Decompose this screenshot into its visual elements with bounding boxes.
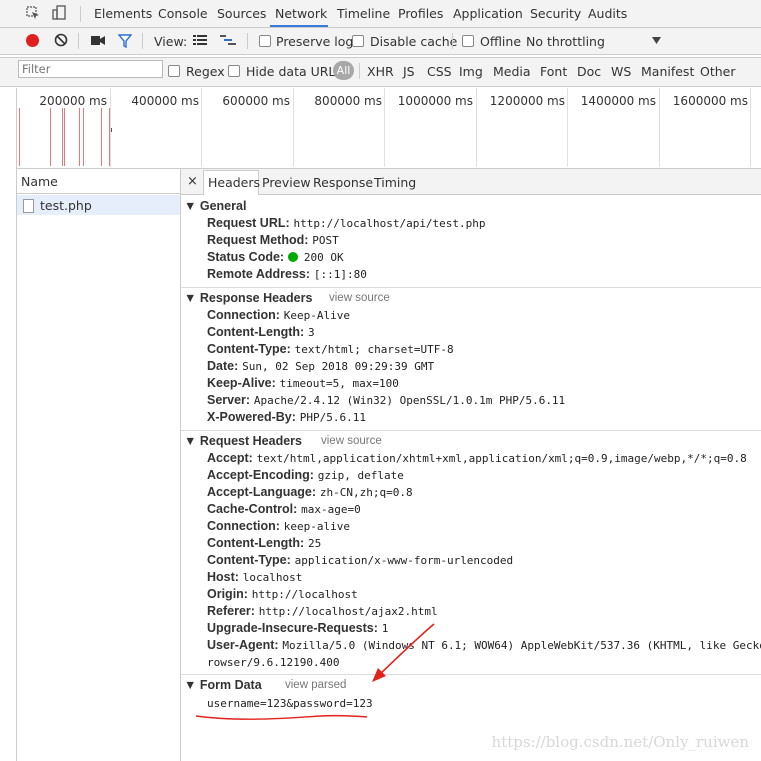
watermark-text: https://blog.csdn.net/Only_ruiwen bbox=[491, 733, 749, 751]
annotation-arrow-icon bbox=[195, 623, 435, 720]
